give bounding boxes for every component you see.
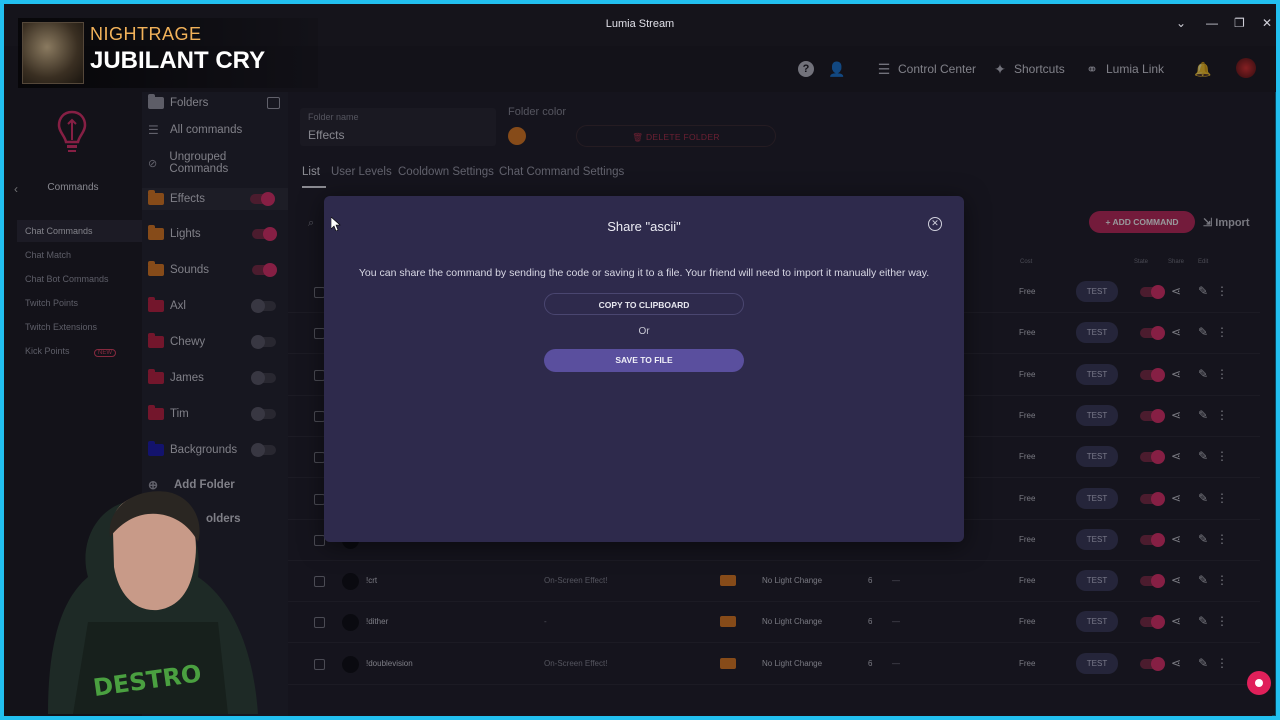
now-playing-overlay: NIGHTRAGE JUBILANT CRY [18, 18, 318, 88]
minimize-icon[interactable]: — [1206, 16, 1218, 30]
save-to-file-button[interactable]: SAVE TO FILE [544, 349, 744, 372]
album-art [22, 22, 84, 84]
share-dialog-description: You can share the command by sending the… [358, 267, 930, 279]
close-icon[interactable]: ✕ [1262, 16, 1272, 30]
copy-to-clipboard-button[interactable]: COPY TO CLIPBOARD [544, 293, 744, 315]
mouse-cursor-icon [331, 217, 341, 231]
close-icon[interactable]: ✕ [928, 217, 942, 231]
share-dialog-title: Share "ascii" [607, 219, 681, 234]
app-window: Lumia Stream ⌄ — ❐ ✕ NIGHTRAGE JUBILANT … [0, 0, 1280, 720]
or-separator: Or [638, 326, 650, 337]
restore-icon[interactable]: ❐ [1234, 16, 1245, 30]
chat-bubble-button[interactable] [1247, 671, 1271, 695]
webcam-overlay: DESTRO [48, 491, 258, 714]
chevron-down-icon[interactable]: ⌄ [1176, 16, 1186, 30]
now-playing-song: JUBILANT CRY [90, 47, 266, 74]
share-dialog: Share "ascii" ✕ You can share the comman… [324, 196, 964, 542]
now-playing-artist: NIGHTRAGE [90, 24, 202, 44]
